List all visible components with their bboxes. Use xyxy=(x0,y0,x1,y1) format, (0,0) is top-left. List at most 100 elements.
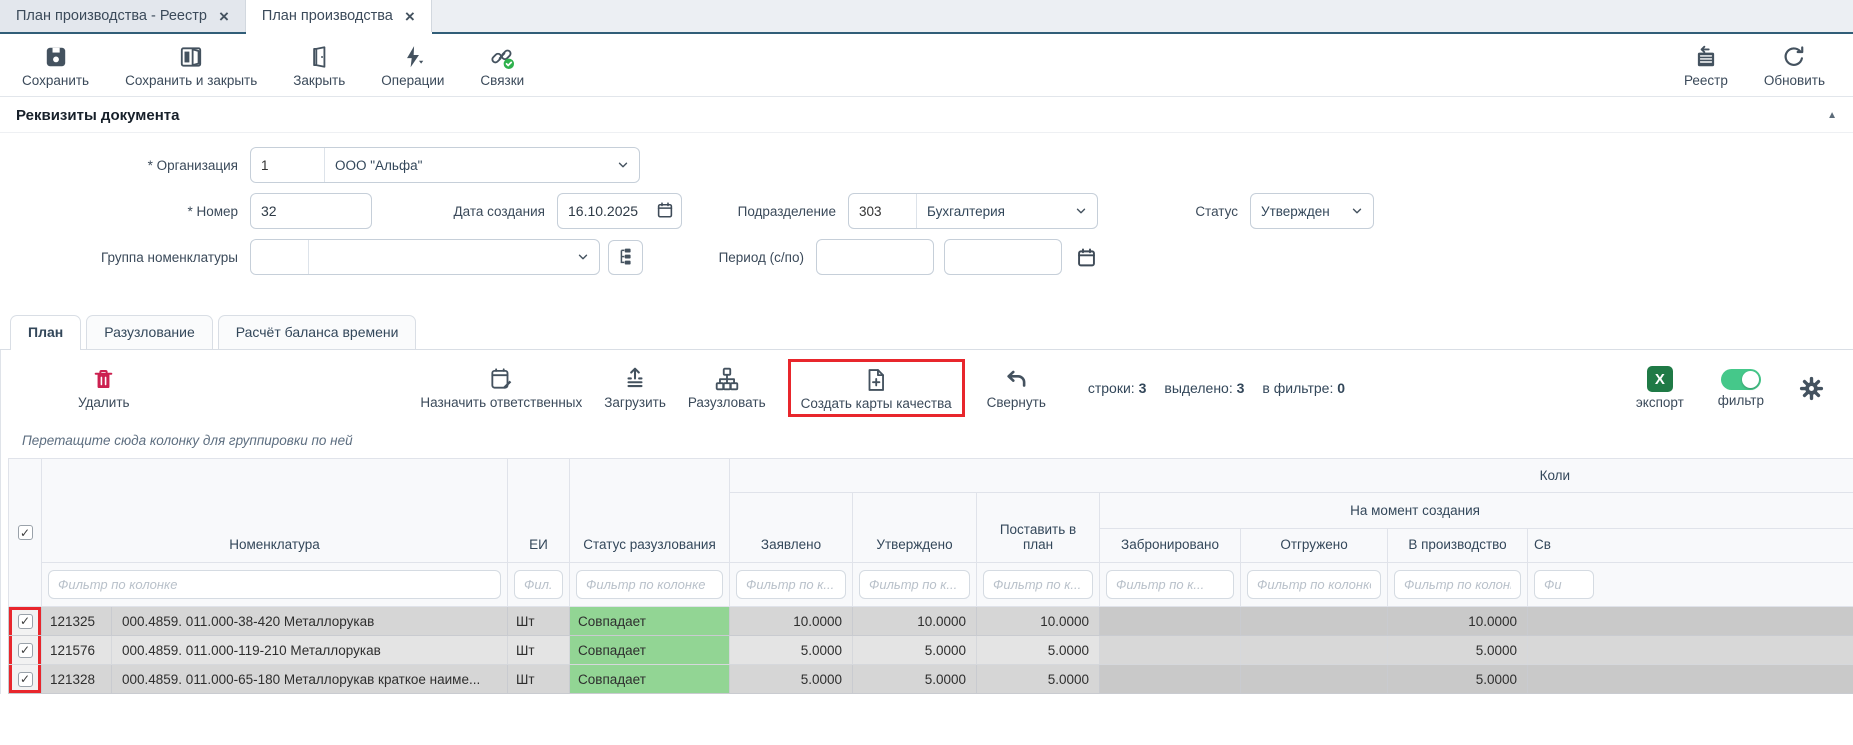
period-calendar-icon[interactable] xyxy=(1076,247,1097,268)
create-quality-cards-button[interactable]: Создать карты качества xyxy=(801,367,952,411)
row-code[interactable]: 121328 xyxy=(42,665,112,694)
filter-toggle[interactable]: фильтр xyxy=(1718,369,1764,408)
row-in-production[interactable]: 5.0000 xyxy=(1388,636,1528,665)
load-button[interactable]: Загрузить xyxy=(604,366,666,410)
close-icon[interactable]: × xyxy=(219,8,229,25)
status-combo[interactable]: Утвержден xyxy=(1250,193,1374,229)
period-from-field[interactable] xyxy=(816,239,934,275)
row-unit[interactable]: Шт xyxy=(508,665,570,694)
row-nomenclature[interactable]: 000.4859. 011.000-38-420 Металлорукав xyxy=(112,607,508,636)
column-header-unit[interactable]: ЕИ xyxy=(508,459,570,563)
row-explode-status[interactable]: Совпадает xyxy=(570,607,730,636)
column-header-shipped[interactable]: Отгружено xyxy=(1241,529,1388,563)
row-nomenclature[interactable]: 000.4859. 011.000-119-210 Металлорукав xyxy=(112,636,508,665)
tab-explode[interactable]: Разузлование xyxy=(86,315,213,349)
row-put-to-plan[interactable]: 5.0000 xyxy=(977,636,1100,665)
row-shipped[interactable] xyxy=(1241,607,1388,636)
export-button[interactable]: X экспорт xyxy=(1636,366,1684,410)
row-reserved[interactable] xyxy=(1100,665,1241,694)
column-header-explode-status[interactable]: Статус разузлования xyxy=(570,459,730,563)
window-tab-label: План производства xyxy=(262,8,393,24)
column-header-in-production[interactable]: В производство xyxy=(1388,529,1528,563)
column-header-nomenclature[interactable]: Номенклатура xyxy=(42,459,508,563)
chevron-down-icon[interactable] xyxy=(1070,204,1097,218)
row-approved[interactable]: 10.0000 xyxy=(853,607,977,636)
filter-input-next[interactable] xyxy=(1534,570,1594,599)
row-next[interactable] xyxy=(1528,665,1853,694)
refresh-button[interactable]: Обновить xyxy=(1764,44,1825,88)
filter-input-unit[interactable] xyxy=(514,570,563,599)
document-tab-bar: План Разузлование Расчёт баланса времени xyxy=(0,309,1853,350)
chevron-down-icon[interactable] xyxy=(612,158,639,172)
group-tree-button[interactable] xyxy=(608,240,643,275)
row-nomenclature[interactable]: 000.4859. 011.000-65-180 Металлорукав кр… xyxy=(112,665,508,694)
row-code[interactable]: 121576 xyxy=(42,636,112,665)
row-next[interactable] xyxy=(1528,636,1853,665)
filter-input-shipped[interactable] xyxy=(1247,570,1381,599)
column-header-next[interactable]: Св xyxy=(1528,529,1853,563)
row-shipped[interactable] xyxy=(1241,665,1388,694)
select-all-checkbox[interactable]: ✓ xyxy=(18,525,33,540)
close-icon[interactable]: × xyxy=(405,8,415,25)
row-declared[interactable]: 5.0000 xyxy=(730,636,853,665)
column-header-reserved[interactable]: Забронировано xyxy=(1100,529,1241,563)
calendar-icon[interactable] xyxy=(656,201,674,222)
row-explode-status[interactable]: Совпадает xyxy=(570,665,730,694)
row-checkbox[interactable]: ✓ xyxy=(18,643,33,658)
number-field[interactable] xyxy=(250,193,372,229)
collapse-section-icon[interactable]: ▲ xyxy=(1827,110,1837,121)
chevron-down-icon[interactable] xyxy=(572,250,599,264)
row-unit[interactable]: Шт xyxy=(508,607,570,636)
window-tab-plan-document[interactable]: План производства × xyxy=(246,0,432,32)
row-in-production[interactable]: 10.0000 xyxy=(1388,607,1528,636)
assign-responsible-button[interactable]: Назначить ответственных xyxy=(420,366,582,410)
nomenclature-group-combo[interactable] xyxy=(250,239,600,275)
filter-input-in-production[interactable] xyxy=(1394,570,1521,599)
filter-input-declared[interactable] xyxy=(736,570,846,599)
links-button[interactable]: Связки xyxy=(480,44,524,88)
row-in-production[interactable]: 5.0000 xyxy=(1388,665,1528,694)
column-header-put-to-plan[interactable]: Поставить в план xyxy=(977,493,1100,563)
row-reserved[interactable] xyxy=(1100,607,1241,636)
row-checkbox[interactable]: ✓ xyxy=(18,672,33,687)
filter-input-nomenclature[interactable] xyxy=(48,570,501,599)
grid-settings-button[interactable] xyxy=(1798,375,1825,402)
period-to-field[interactable] xyxy=(944,239,1062,275)
window-tab-plan-registry[interactable]: План производства - Реестр × xyxy=(0,0,246,32)
save-button[interactable]: Сохранить xyxy=(22,44,89,88)
row-approved[interactable]: 5.0000 xyxy=(853,636,977,665)
filter-input-explode-status[interactable] xyxy=(576,570,723,599)
tab-time-balance[interactable]: Расчёт баланса времени xyxy=(218,315,417,349)
chevron-down-icon[interactable] xyxy=(1346,204,1373,218)
row-shipped[interactable] xyxy=(1241,636,1388,665)
save-and-close-button[interactable]: Сохранить и закрыть xyxy=(125,44,257,88)
filter-input-put-to-plan[interactable] xyxy=(983,570,1093,599)
organization-combo[interactable]: 1 ООО "Альфа" xyxy=(250,147,640,183)
row-reserved[interactable] xyxy=(1100,636,1241,665)
row-put-to-plan[interactable]: 10.0000 xyxy=(977,607,1100,636)
row-explode-status[interactable]: Совпадает xyxy=(570,636,730,665)
registry-button[interactable]: Реестр xyxy=(1684,44,1728,88)
group-by-hint[interactable]: Перетащите сюда колонку для группировки … xyxy=(8,424,1853,458)
row-declared[interactable]: 10.0000 xyxy=(730,607,853,636)
row-put-to-plan[interactable]: 5.0000 xyxy=(977,665,1100,694)
row-approved[interactable]: 5.0000 xyxy=(853,665,977,694)
explode-button[interactable]: Разузловать xyxy=(688,366,766,410)
filter-input-approved[interactable] xyxy=(859,570,970,599)
row-checkbox[interactable]: ✓ xyxy=(18,614,33,629)
filter-input-reserved[interactable] xyxy=(1106,570,1234,599)
toggle-on-icon[interactable] xyxy=(1721,369,1761,390)
row-code[interactable]: 121325 xyxy=(42,607,112,636)
row-next[interactable] xyxy=(1528,607,1853,636)
delete-button[interactable]: Удалить xyxy=(78,367,130,410)
operations-button[interactable]: Операции xyxy=(381,44,444,88)
column-header-approved[interactable]: Утверждено xyxy=(853,493,977,563)
table-row: ✓ 121325 000.4859. 011.000-38-420 Металл… xyxy=(9,607,1853,636)
row-unit[interactable]: Шт xyxy=(508,636,570,665)
tab-plan[interactable]: План xyxy=(10,315,81,350)
collapse-button[interactable]: Свернуть xyxy=(987,366,1046,410)
row-declared[interactable]: 5.0000 xyxy=(730,665,853,694)
column-header-declared[interactable]: Заявлено xyxy=(730,493,853,563)
close-button[interactable]: Закрыть xyxy=(293,44,345,88)
department-combo[interactable]: 303 Бухгалтерия xyxy=(848,193,1098,229)
